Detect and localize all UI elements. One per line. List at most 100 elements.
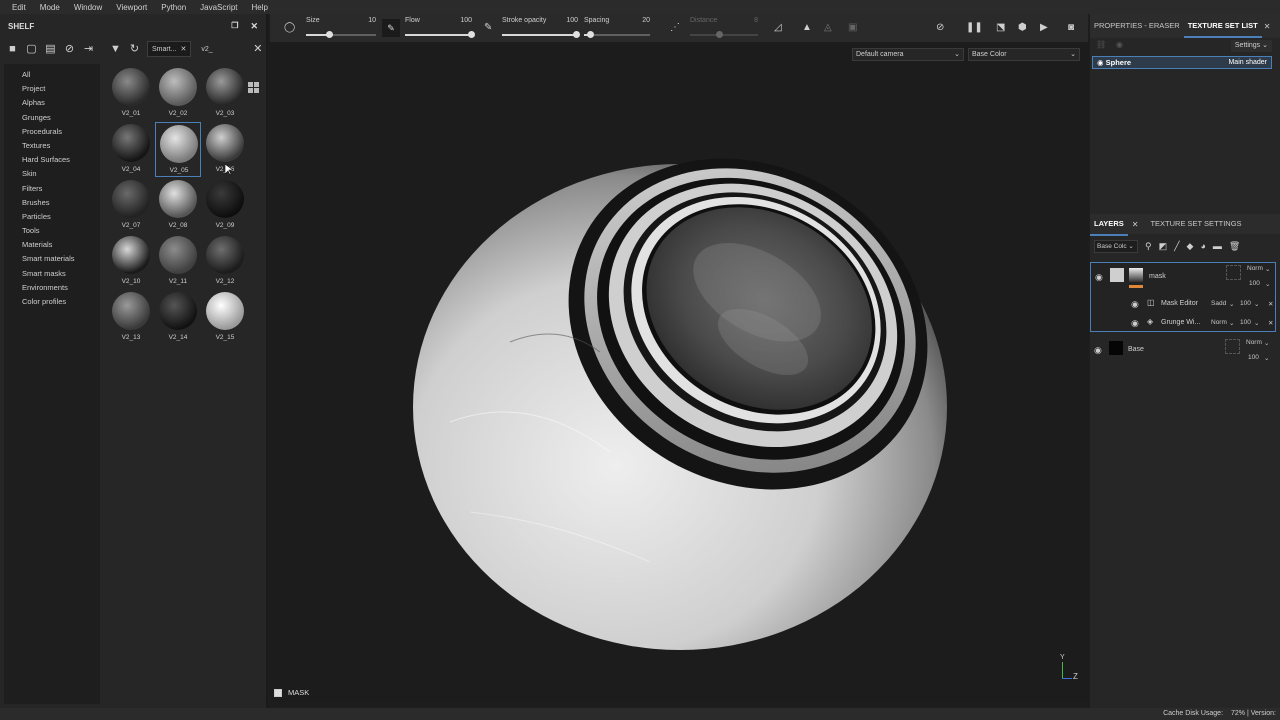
effect-opacity[interactable]: 100 (1240, 300, 1251, 307)
add-mask-icon[interactable]: ◩ (1159, 241, 1168, 252)
tiling-icon[interactable]: ▣ (848, 22, 857, 33)
remove-tag-icon[interactable]: ✕ (181, 45, 187, 53)
eye-icon[interactable]: ◉ (1095, 272, 1103, 283)
category-particles[interactable]: Particles (4, 210, 100, 224)
category-all[interactable]: All (4, 68, 100, 82)
brush-shape-icon[interactable]: ◯ (284, 22, 295, 33)
distance-slider[interactable] (690, 34, 758, 36)
close-tab-icon[interactable]: ✕ (1264, 22, 1271, 31)
eye-icon[interactable]: ◉ (1094, 345, 1102, 356)
undock-icon[interactable]: ❐ (231, 21, 238, 32)
menu-viewport[interactable]: Viewport (116, 3, 147, 12)
layer-row-mask[interactable]: ◉ mask Norm ⌄ 100 ⌄ (1091, 263, 1277, 293)
layer-mask-thumbnail[interactable] (1129, 268, 1143, 282)
effect-name[interactable]: Mask Editor (1161, 300, 1198, 307)
layer-channel-select[interactable]: Base Colc ⌄ (1094, 239, 1138, 253)
layer-blend-mode[interactable]: Norm (1246, 339, 1262, 346)
size-slider[interactable] (306, 34, 376, 36)
shelf-item[interactable]: V2_13 (108, 290, 154, 345)
menu-mode[interactable]: Mode (40, 3, 60, 12)
search-filter-tag[interactable]: Smart... ✕ (147, 41, 192, 57)
layer-name[interactable]: Base (1128, 346, 1144, 353)
shelf-item[interactable]: V2_08 (155, 178, 201, 233)
symmetry-icon[interactable]: ◿ (774, 22, 782, 33)
effect-opacity[interactable]: 100 (1240, 319, 1251, 326)
menu-help[interactable]: Help (252, 3, 268, 12)
stroke-opacity-slider[interactable] (502, 34, 578, 36)
effect-blend-mode[interactable]: Norm (1211, 319, 1227, 326)
layer-row-base[interactable]: ◉ Base Norm ⌄ 100 ⌄ (1090, 336, 1276, 366)
tab-texture-set-list[interactable]: TEXTURE SET LIST (1183, 14, 1262, 38)
new-file-icon[interactable]: ▢ (25, 43, 38, 56)
category-smart-materials[interactable]: Smart materials (4, 252, 100, 266)
layer-group-mask[interactable]: ◉ mask Norm ⌄ 100 ⌄ ◉ ◫ Mask Editor Sadd… (1090, 262, 1276, 332)
remove-effect-icon[interactable]: ✕ (1268, 319, 1273, 327)
layer-name[interactable]: mask (1149, 273, 1166, 280)
tab-texture-set-settings[interactable]: TEXTURE SET SETTINGS (1146, 212, 1245, 236)
settings-button[interactable]: Settings ⌄ (1230, 40, 1272, 52)
layer-opacity[interactable]: 100 (1248, 354, 1259, 361)
effect-blend-mode[interactable]: Sadd (1211, 300, 1226, 307)
3d-viewport[interactable]: Default camera ⌄ Base Color ⌄ Y Z MASK (270, 42, 1088, 702)
shelf-item[interactable]: V2_15 (202, 290, 248, 345)
hide-icon[interactable]: ⊘ (63, 43, 76, 56)
chevron-down-icon[interactable]: ⌄ (1229, 319, 1234, 327)
flow-slider-knob[interactable] (468, 31, 475, 38)
menu-python[interactable]: Python (161, 3, 186, 12)
shelf-item[interactable]: V2_10 (108, 234, 154, 289)
render-icon[interactable]: ⬔ (996, 22, 1005, 33)
shelf-item[interactable]: V2_07 (108, 178, 154, 233)
clear-search-icon[interactable]: ✕ (251, 43, 264, 56)
menu-javascript[interactable]: JavaScript (200, 3, 237, 12)
menu-edit[interactable]: Edit (12, 3, 26, 12)
pen-pressure-flow-icon[interactable]: ✎ (484, 22, 492, 33)
shelf-item[interactable]: V2_01 (108, 66, 154, 121)
category-environments[interactable]: Environments (4, 281, 100, 295)
distance-slider-knob[interactable] (716, 31, 723, 38)
eye-icon[interactable]: ◉ (1131, 318, 1139, 329)
screenshot-icon[interactable]: ◙ (1068, 22, 1074, 33)
chevron-down-icon[interactable]: ⌄ (1265, 265, 1270, 273)
add-effect-icon[interactable]: ⚲ (1145, 241, 1152, 252)
chevron-down-icon[interactable]: ⌄ (1254, 319, 1259, 327)
mirror-icon[interactable]: ◬ (824, 22, 832, 33)
texture-set-row[interactable]: ◉ Sphere Main shader (1092, 56, 1272, 69)
shelf-item[interactable]: V2_04 (108, 122, 154, 177)
category-hard-surfaces[interactable]: Hard Surfaces (4, 153, 100, 167)
layer-opacity[interactable]: 100 (1249, 280, 1260, 287)
category-color-profiles[interactable]: Color profiles (4, 295, 100, 309)
3d-cube-icon[interactable]: ⬢ (1018, 22, 1027, 33)
close-shelf-icon[interactable]: ✕ (250, 21, 258, 32)
filter-icon[interactable]: ▼ (109, 43, 122, 56)
shelf-search-input[interactable]: v2_ (197, 41, 245, 57)
tab-properties-eraser[interactable]: PROPERTIES - ERASER (1090, 14, 1184, 38)
shelf-item[interactable]: V2_11 (155, 234, 201, 289)
save-icon[interactable]: ▤ (44, 43, 57, 56)
category-grunges[interactable]: Grunges (4, 111, 100, 125)
size-slider-knob[interactable] (326, 31, 333, 38)
import-icon[interactable]: ⇥ (82, 43, 95, 56)
visibility-icon[interactable]: ◉ (1116, 40, 1123, 49)
link-icon[interactable]: ⛓ (1096, 40, 1106, 49)
category-procedurals[interactable]: Procedurals (4, 125, 100, 139)
category-materials[interactable]: Materials (4, 238, 100, 252)
sphere-mesh-render[interactable] (410, 92, 950, 652)
hide-layer-icon[interactable]: ⊘ (936, 22, 944, 33)
shelf-item[interactable]: V2_12 (202, 234, 248, 289)
shelf-item[interactable]: V2_02 (155, 66, 201, 121)
category-brushes[interactable]: Brushes (4, 196, 100, 210)
add-fill-layer-icon[interactable]: ◆ (1187, 241, 1194, 252)
remove-effect-icon[interactable]: ✕ (1268, 300, 1273, 308)
shelf-item-selected[interactable]: V2_05 (155, 122, 201, 177)
mask-checkbox[interactable] (274, 688, 282, 697)
category-skin[interactable]: Skin (4, 167, 100, 181)
chevron-down-icon[interactable]: ⌄ (1264, 339, 1269, 347)
layer-row-mask-editor[interactable]: ◉ ◫ Mask Editor Sadd ⌄ 100 ⌄ ✕ (1091, 294, 1277, 314)
layer-blend-mode[interactable]: Norm (1247, 265, 1263, 272)
camera-video-icon[interactable]: ▶ (1040, 22, 1048, 33)
delete-layer-icon[interactable]: 🗑 (1229, 241, 1240, 252)
chevron-down-icon[interactable]: ⌄ (1265, 280, 1270, 288)
category-textures[interactable]: Textures (4, 139, 100, 153)
category-project[interactable]: Project (4, 82, 100, 96)
category-smart-masks[interactable]: Smart masks (4, 267, 100, 281)
